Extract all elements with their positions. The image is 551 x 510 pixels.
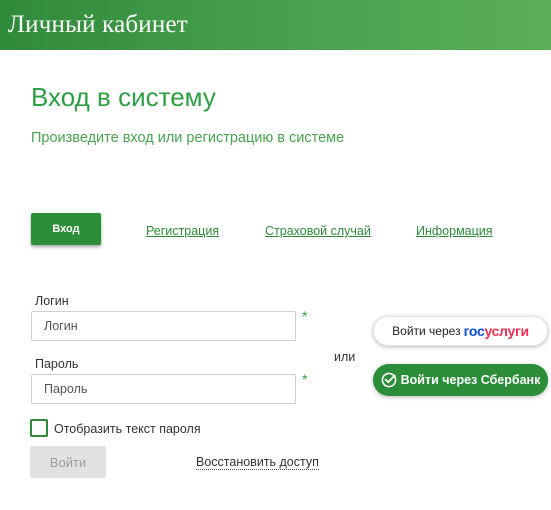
tab-bar: Вход Регистрация Страховой случай Информ…	[31, 213, 551, 247]
login-label: Логин	[35, 294, 69, 308]
login-submit-button[interactable]: Войти	[30, 446, 106, 478]
gosuslugi-logo-uslugi: услуги	[484, 323, 529, 339]
gosuslugi-logo: госуслуги	[463, 323, 530, 339]
sberbank-button-label: Войти через Сбербанк	[400, 373, 541, 387]
password-input[interactable]	[31, 374, 296, 404]
sberbank-login-button[interactable]: Войти через Сбербанк	[373, 364, 548, 396]
password-required-mark: *	[302, 371, 308, 387]
show-password-label: Отобразить текст пароля	[54, 422, 201, 436]
or-separator: или	[334, 350, 356, 364]
gosuslugi-login-button[interactable]: Войти через госуслуги	[373, 316, 548, 346]
sberbank-logo-icon	[381, 372, 397, 388]
page-subtitle: Произведите вход или регистрацию в систе…	[31, 130, 345, 146]
gosuslugi-logo-gos: гос	[463, 323, 485, 339]
tab-login[interactable]: Вход	[31, 213, 101, 245]
show-password-checkbox[interactable]	[30, 419, 48, 437]
tab-insurance-case[interactable]: Страховой случай	[265, 224, 371, 238]
tab-registration[interactable]: Регистрация	[146, 224, 219, 238]
login-required-mark: *	[302, 308, 308, 324]
page-title: Вход в систему	[31, 82, 216, 112]
login-input[interactable]	[31, 311, 296, 341]
tab-information[interactable]: Информация	[416, 224, 493, 238]
header-bar: Личный кабинет	[0, 0, 551, 50]
gosuslugi-button-label: Войти через	[392, 324, 461, 338]
header-title: Личный кабинет	[8, 11, 188, 38]
password-label: Пароль	[35, 357, 79, 371]
restore-access-link[interactable]: Восстановить доступ	[196, 455, 319, 470]
